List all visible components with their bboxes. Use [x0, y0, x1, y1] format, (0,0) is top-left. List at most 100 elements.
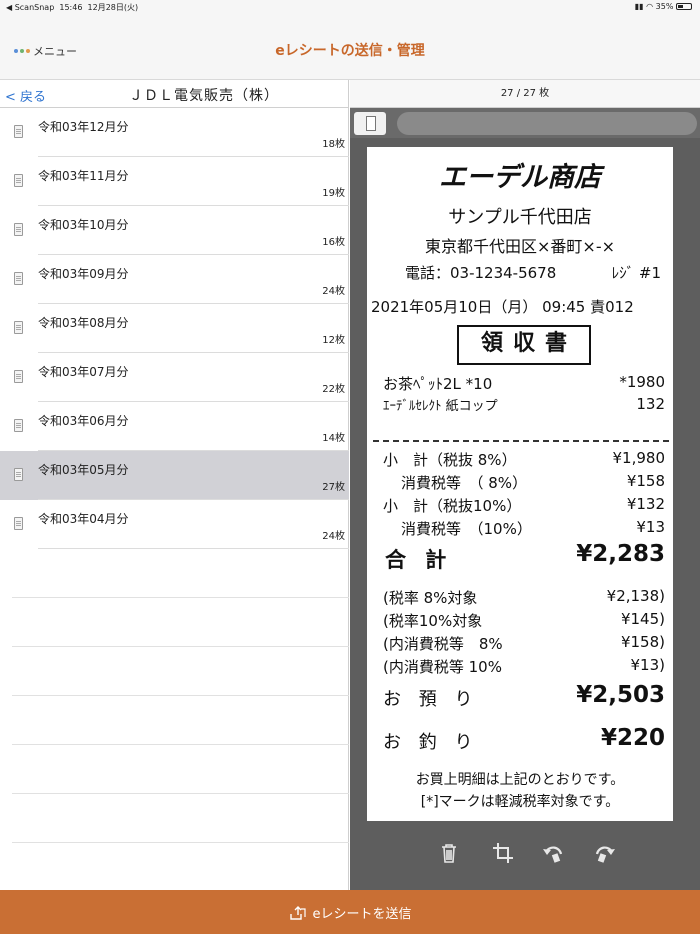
list-item[interactable]: 令和03年08月分 12枚: [0, 304, 349, 353]
receipt-line-value: ¥158): [620, 633, 665, 651]
status-left: ◀ ScanSnap 15:46 12月28日(火): [6, 2, 138, 13]
signal-icon: ▮▮: [634, 2, 644, 11]
receipt-doc-title: 領収書: [457, 325, 591, 365]
list-item-count: 12枚: [322, 335, 345, 346]
receipt-viewer: 27 / 27 枚 エーデル商店 サンプル千代田店 東京都千代田区×番町×-× …: [350, 80, 700, 890]
receipt-tel: 電話：03-1234-5678: [405, 264, 557, 282]
list-item-label: 令和03年04月分: [38, 512, 129, 526]
receipt-icon: [14, 517, 23, 530]
list-item[interactable]: 令和03年11月分 19枚: [0, 157, 349, 206]
list-item[interactable]: 令和03年07月分 22枚: [0, 353, 349, 402]
list-item[interactable]: 令和03年10月分 16枚: [0, 206, 349, 255]
receipt-item-price: *1980: [619, 373, 665, 391]
receipt-line-label: (内消費税等 8%: [383, 635, 503, 653]
list-item[interactable]: 令和03年09月分 24枚: [0, 255, 349, 304]
receipt-line-value: ¥13: [636, 518, 665, 536]
receipt-divider: [373, 440, 669, 442]
battery-icon: [676, 3, 692, 10]
receipt-datetime: 2021年05月10日（月） 09:45 責012: [371, 298, 634, 316]
status-right: ▮▮ ◠ 35%: [635, 2, 692, 11]
receipt-line-label: 小 計（税抜10%）: [383, 497, 522, 515]
list-item-label: 令和03年05月分: [38, 463, 129, 477]
list-item-count: 14枚: [322, 433, 345, 444]
list-item-count: 16枚: [322, 237, 345, 248]
navigation-bar: メニュー eレシートの送信・管理: [0, 14, 700, 80]
receipt-icon: [14, 272, 23, 285]
crop-icon: [493, 843, 513, 863]
list-item-label: 令和03年08月分: [38, 316, 129, 330]
thumbnail[interactable]: [354, 112, 386, 135]
receipt-line-value: ¥13): [630, 656, 665, 674]
rotate-right-icon: [595, 846, 615, 863]
battery-percent: 35%: [655, 2, 674, 11]
list-item-selected[interactable]: 令和03年05月分 27枚: [0, 451, 349, 500]
delete-button[interactable]: [436, 840, 462, 866]
list-item[interactable]: 令和03年06月分 14枚: [0, 402, 349, 451]
list-item[interactable]: 令和03年12月分 18枚: [0, 108, 349, 157]
receipt-line-label: (内消費税等 10%: [383, 658, 502, 676]
receipt-item-price: 132: [636, 395, 665, 413]
receipt-line-label: 消費税等 （ 8%）: [401, 474, 528, 492]
receipt-store-name: エーデル商店: [439, 162, 601, 193]
page-counter: 27 / 27 枚: [350, 80, 700, 108]
receipt-branch: サンプル千代田店: [448, 207, 592, 228]
receipt-address: 東京都千代田区×番町×-×: [425, 237, 615, 256]
list-item-label: 令和03年06月分: [38, 414, 129, 428]
list-item-label: 令和03年11月分: [38, 169, 129, 183]
back-button[interactable]: < 戻る: [5, 86, 46, 105]
receipt-icon: [14, 174, 23, 187]
list-item-count: 27枚: [322, 482, 345, 493]
receipt-line-value: ¥145): [620, 610, 665, 628]
status-time: 15:46: [59, 3, 83, 12]
receipt-icon: [14, 468, 23, 481]
list-header: < 戻る ＪＤＬ電気販売（株）: [0, 80, 348, 108]
receipt-change-value: ¥220: [600, 725, 665, 751]
receipt-icon: [14, 321, 23, 334]
empty-row: [12, 843, 349, 892]
thumbnail-scroll-track[interactable]: [397, 112, 697, 135]
receipt-total-label: 合 計: [385, 548, 453, 572]
receipt-icon: [14, 419, 23, 432]
crop-button[interactable]: [490, 840, 516, 866]
receipt-line-value: ¥2,138): [606, 587, 665, 605]
receipt-deposit-value: ¥2,503: [576, 682, 665, 708]
receipt-icon: [14, 223, 23, 236]
send-label: eレシートを送信: [312, 907, 412, 922]
status-carrier: ◀ ScanSnap: [6, 3, 55, 12]
receipt-deposit-label: お 預 り: [383, 689, 479, 710]
list-item-label: 令和03年09月分: [38, 267, 129, 281]
receipt-icon: [14, 125, 23, 138]
list-item-count: 18枚: [322, 139, 345, 150]
send-ereceipt-button[interactable]: eレシートを送信: [0, 903, 700, 922]
send-bar: eレシートを送信: [0, 890, 700, 934]
receipt-line-label: 小 計（税抜 8%）: [383, 451, 517, 469]
receipt-line-label: 消費税等 （10%）: [401, 520, 532, 538]
empty-row: [12, 598, 349, 647]
receipt-footer: お買上明細は上記のとおりです。: [415, 772, 625, 788]
empty-row: [12, 647, 349, 696]
trash-icon: [442, 844, 456, 863]
receipt-item-name: お茶ﾍﾟｯﾄ2L *10: [383, 375, 493, 393]
empty-row: [12, 549, 349, 598]
list-item[interactable]: 令和03年04月分 24枚: [0, 500, 349, 549]
rotate-left-icon: [543, 846, 563, 863]
list-item-count: 19枚: [322, 188, 345, 199]
rotate-right-button[interactable]: [592, 840, 618, 866]
empty-row: [12, 794, 349, 843]
empty-row: [12, 745, 349, 794]
receipt-change-label: お 釣 り: [383, 732, 479, 753]
receipt-total-value: ¥2,283: [576, 541, 665, 567]
rotate-left-button[interactable]: [540, 840, 566, 866]
status-bar: ◀ ScanSnap 15:46 12月28日(火) ▮▮ ◠ 35%: [0, 0, 700, 14]
receipt-line-label: (税率 8%対象: [383, 589, 478, 607]
send-icon: [289, 906, 306, 920]
receipt-register: ﾚｼﾞ #1: [611, 264, 661, 282]
list-item-label: 令和03年10月分: [38, 218, 129, 232]
receipt-line-value: ¥158: [626, 472, 665, 490]
receipt-line-value: ¥1,980: [612, 449, 666, 467]
thumbnail-bar: [350, 108, 700, 138]
month-list-panel: < 戻る ＪＤＬ電気販売（株） 令和03年12月分 18枚 令和03年11月分 19…: [0, 80, 349, 892]
receipt-icon: [14, 370, 23, 383]
list-item-label: 令和03年12月分: [38, 120, 129, 134]
empty-row: [12, 696, 349, 745]
